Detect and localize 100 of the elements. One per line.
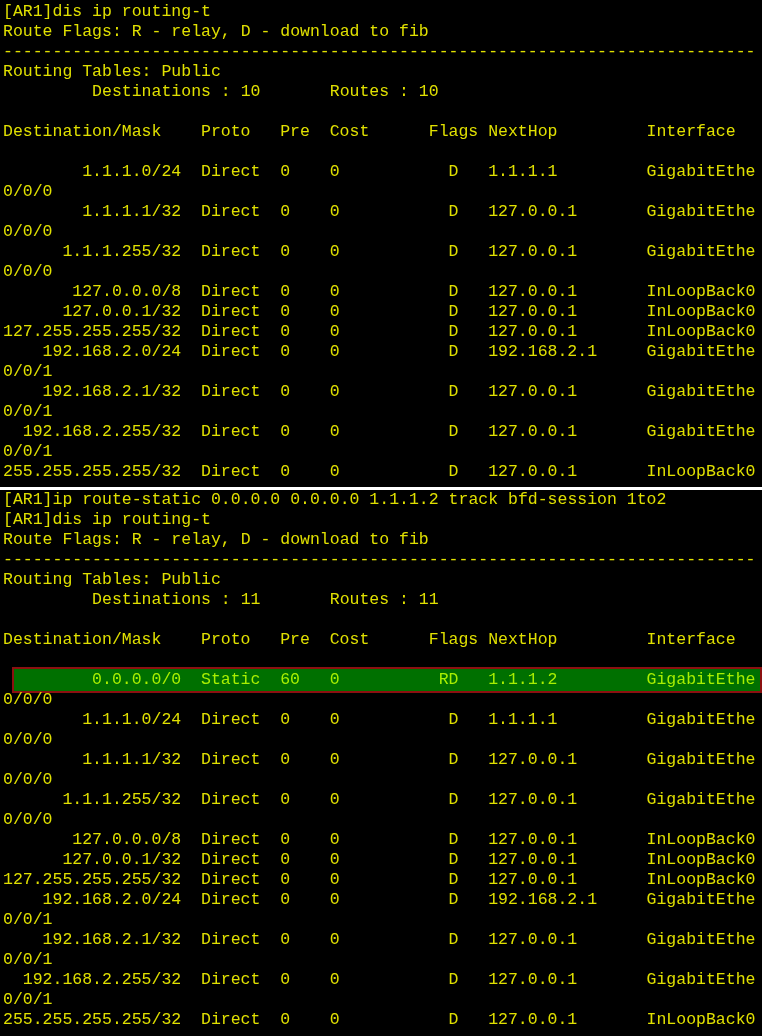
table-cell-text: 0 bbox=[280, 302, 292, 322]
column-header: NextHop bbox=[488, 122, 559, 142]
table-cell: 0/0/0 bbox=[3, 182, 53, 202]
table-cell-text: GigabitEthe bbox=[646, 970, 757, 990]
table-cell-text: D bbox=[447, 890, 459, 910]
table-cell-text: 0 bbox=[280, 750, 292, 770]
table-cell-text: 127.0.0.1 bbox=[488, 382, 579, 402]
table-cell-text: D bbox=[447, 462, 459, 482]
table-cell-text: 0 bbox=[280, 242, 292, 262]
table-cell-text: InLoopBack0 bbox=[646, 1010, 757, 1030]
table-cell: 127.255.255.255/32 bbox=[3, 870, 182, 890]
table-cell-text: 1.1.1.2 bbox=[488, 670, 559, 690]
table-cell-text: Direct bbox=[201, 462, 262, 482]
table-cell-text: D bbox=[447, 282, 459, 302]
table-cell-text: D bbox=[447, 302, 459, 322]
table-cell-text: Direct bbox=[201, 282, 262, 302]
table-cell-text: 127.0.0.1 bbox=[488, 750, 579, 770]
table-cell-text: Direct bbox=[201, 382, 262, 402]
table-cell-text: 1.1.1.1/32 bbox=[81, 202, 182, 222]
command-line: [AR1]dis ip routing-t bbox=[3, 2, 211, 22]
table-cell-text: 192.168.2.0/24 bbox=[41, 890, 182, 910]
table-cell-text: 0 bbox=[280, 342, 292, 362]
table-cell-text: GigabitEthe bbox=[646, 710, 757, 730]
table-cell-text: GigabitEthe bbox=[646, 890, 757, 910]
table-cell-text: 127.0.0.1 bbox=[488, 282, 579, 302]
table-cell-text: D bbox=[447, 422, 459, 442]
table-cell-text: GigabitEthe bbox=[646, 202, 757, 222]
table-cell-text: 1.1.1.0/24 bbox=[81, 710, 182, 730]
table-cell-text: Direct bbox=[201, 930, 262, 950]
table-cell-text: 0 bbox=[280, 282, 292, 302]
separator-line: ---------------------------------------------------------------------------- bbox=[3, 42, 756, 62]
table-cell-text: 1.1.1.255/32 bbox=[61, 790, 182, 810]
table-cell-text: 127.0.0.1 bbox=[488, 1010, 579, 1030]
table-cell-text: Direct bbox=[201, 850, 262, 870]
table-cell-text: Direct bbox=[201, 302, 262, 322]
summary-text: Routes : 11 bbox=[329, 590, 439, 610]
table-cell-text: InLoopBack0 bbox=[646, 302, 757, 322]
table-cell-text: Direct bbox=[201, 970, 262, 990]
table-cell-text: InLoopBack0 bbox=[646, 870, 757, 890]
column-header: Proto bbox=[201, 122, 252, 142]
table-cell-text: 127.0.0.1 bbox=[488, 202, 579, 222]
table-cell-text: 127.0.0.1 bbox=[488, 242, 579, 262]
table-cell-text: 192.168.2.1 bbox=[488, 342, 599, 362]
column-header: NextHop bbox=[488, 630, 559, 650]
table-cell-text: 0 bbox=[280, 970, 292, 990]
table-cell-text: D bbox=[447, 790, 459, 810]
column-header: Pre bbox=[280, 122, 311, 142]
table-cell-text: 0 bbox=[280, 850, 292, 870]
table-cell-text: GigabitEthe bbox=[646, 242, 757, 262]
table-cell-text: 192.168.2.0/24 bbox=[41, 342, 182, 362]
table-cell-text: 0 bbox=[329, 422, 341, 442]
table-cell-text: 0 bbox=[280, 930, 292, 950]
table-cell-text: 0 bbox=[329, 382, 341, 402]
column-header: Flags bbox=[428, 122, 480, 142]
table-cell-text: 0 bbox=[329, 670, 341, 690]
table-cell-text: GigabitEthe bbox=[646, 750, 757, 770]
column-header: Interface bbox=[646, 122, 737, 142]
summary-text: Destinations : 10 bbox=[92, 82, 262, 102]
table-cell-text: 0 bbox=[280, 710, 292, 730]
table-cell-text: GigabitEthe bbox=[646, 162, 757, 182]
table-cell: 255.255.255.255/32 bbox=[3, 462, 182, 482]
table-cell-text: 127.0.0.1 bbox=[488, 930, 579, 950]
table-cell-text: D bbox=[447, 322, 459, 342]
command-line: [AR1]ip route-static 0.0.0.0 0.0.0.0 1.1.1.2 track bfd-session 1to2 bbox=[3, 490, 667, 510]
table-cell-text: InLoopBack0 bbox=[646, 322, 757, 342]
table-cell-text: 127.0.0.1 bbox=[488, 850, 579, 870]
table-cell-text: 192.168.2.1/32 bbox=[41, 382, 182, 402]
table-cell-text: Direct bbox=[201, 242, 262, 262]
table-cell-text: D bbox=[447, 750, 459, 770]
table-cell: 0/0/0 bbox=[3, 262, 53, 282]
table-cell-text: 127.0.0.1/32 bbox=[61, 302, 182, 322]
table-cell-text: Direct bbox=[201, 750, 262, 770]
table-title: Routing Tables: Public bbox=[3, 62, 221, 82]
table-cell-text: Direct bbox=[201, 870, 262, 890]
table-cell-text: 0 bbox=[329, 850, 341, 870]
table-cell-text: 127.0.0.1 bbox=[488, 790, 579, 810]
table-cell: 255.255.255.255/32 bbox=[3, 1010, 182, 1030]
table-cell-text: Direct bbox=[201, 422, 262, 442]
table-cell-text: GigabitEthe bbox=[646, 342, 757, 362]
table-cell: 0/0/0 bbox=[3, 730, 53, 750]
table-cell-text: Direct bbox=[201, 1010, 262, 1030]
table-cell-text: 127.0.0.0/8 bbox=[71, 282, 182, 302]
table-cell-text: 0 bbox=[329, 1010, 341, 1030]
table-cell-text: 192.168.2.255/32 bbox=[21, 970, 182, 990]
table-cell-text: 127.0.0.1 bbox=[488, 830, 579, 850]
table-cell-text: D bbox=[447, 342, 459, 362]
table-cell: 0/0/1 bbox=[3, 910, 53, 930]
table-cell: 0/0/1 bbox=[3, 442, 53, 462]
flags-legend: Route Flags: R - relay, D - download to fib bbox=[3, 530, 429, 550]
column-header: Flags bbox=[428, 630, 480, 650]
table-cell: 0/0/1 bbox=[3, 990, 53, 1010]
table-cell-text: D bbox=[447, 830, 459, 850]
table-cell-text: 127.0.0.1 bbox=[488, 422, 579, 442]
table-cell: 0/0/0 bbox=[3, 690, 53, 710]
table-cell-text: 0.0.0.0/0 bbox=[91, 670, 182, 690]
table-cell-text: 1.1.1.255/32 bbox=[61, 242, 182, 262]
table-cell-text: 0 bbox=[329, 202, 341, 222]
table-cell-text: D bbox=[447, 382, 459, 402]
column-header: Cost bbox=[329, 122, 371, 142]
table-cell-text: 0 bbox=[280, 1010, 292, 1030]
